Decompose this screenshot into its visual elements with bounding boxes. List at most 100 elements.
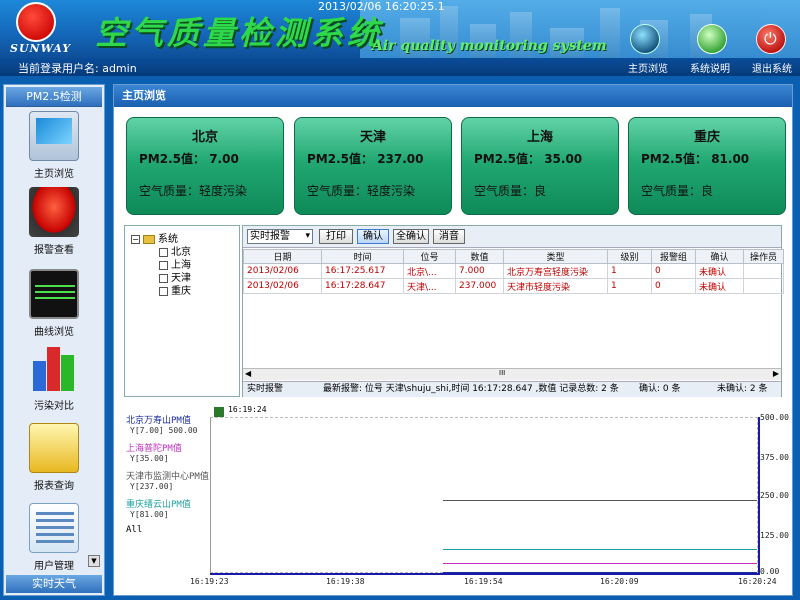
alarm-light-icon — [29, 187, 79, 237]
alarm-table: 日期 时间 位号 数值 类型 级别 报警组 确认 操作员 2013/02/06 … — [243, 249, 784, 294]
x-tick: 16:20:24 — [738, 577, 777, 586]
table-row[interactable]: 2013/02/06 16:17:25.617 北京\... 7.000 北京万… — [243, 263, 784, 279]
sidebar-item-label: 曲线浏览 — [34, 327, 74, 338]
sidebar-item-alarms[interactable]: 报警查看 — [4, 187, 104, 256]
sidebar-header: PM2.5检测 — [6, 87, 102, 107]
table-row[interactable]: 2013/02/06 16:17:28.647 天津\... 237.000 天… — [243, 278, 784, 294]
trend-series-line — [443, 500, 757, 501]
sidebar-item-home[interactable]: 主页浏览 — [4, 111, 104, 180]
unconfirmed-count: 未确认: 2 条 — [717, 384, 768, 394]
current-user-label: 当前登录用户名: admin — [18, 62, 137, 75]
air-quality: 空气质量：良 — [641, 184, 714, 198]
scroll-right-icon[interactable]: ▶ — [773, 369, 779, 378]
legend-all[interactable]: All — [126, 525, 212, 535]
sidebar: PM2.5检测 主页浏览 报警查看 曲线浏览 污染对比 报表查询 用户管理 ▼ … — [3, 84, 105, 596]
cursor-time: 16:19:24 — [228, 405, 267, 414]
alarm-mode-select[interactable]: 实时报警 — [247, 229, 313, 244]
pm-value: 7.00 — [209, 152, 239, 166]
pm-reading: PM2.5值： 237.00 — [307, 152, 424, 166]
column-header[interactable]: 报警组 — [651, 249, 696, 264]
horizontal-scrollbar[interactable]: ◀ III ▶ — [243, 368, 781, 380]
legend-item[interactable]: 北京万寿山PM值 Y[7.00] 500.00 — [126, 413, 212, 435]
legend-item[interactable]: 上海普陀PM值 Y[35.00] — [126, 441, 212, 463]
sidebar-item-curves[interactable]: 曲线浏览 — [4, 269, 104, 338]
chat-icon[interactable] — [697, 24, 727, 54]
sidebar-footer-weather[interactable]: 实时天气 — [6, 575, 102, 593]
scroll-left-icon[interactable]: ◀ — [245, 369, 251, 378]
column-header[interactable]: 日期 — [243, 249, 322, 264]
column-header[interactable]: 确认 — [695, 249, 744, 264]
trend-plot-area[interactable] — [210, 417, 758, 573]
trend-series-line — [443, 549, 757, 550]
trend-legend: 北京万寿山PM值 Y[7.00] 500.00 上海普陀PM值 Y[35.00]… — [126, 413, 212, 535]
report-icon — [29, 423, 79, 473]
nav-home[interactable]: 主页浏览 — [628, 60, 668, 75]
alarm-toolbar: 实时报警 打印 确认 全确认 消音 — [243, 226, 781, 248]
pm-value: 35.00 — [544, 152, 583, 166]
y-tick: 125.00 — [760, 531, 789, 540]
x-axis — [210, 573, 760, 575]
confirm-button[interactable]: 确认 — [357, 229, 389, 244]
sidebar-item-compare[interactable]: 污染对比 — [4, 343, 104, 412]
folder-icon — [143, 234, 155, 244]
collapse-icon[interactable]: − — [131, 234, 140, 244]
table-header-row: 日期 时间 位号 数值 类型 级别 报警组 确认 操作员 — [243, 249, 784, 264]
column-header[interactable]: 操作员 — [743, 249, 784, 264]
app-subtitle: Air quality monitoring system — [372, 38, 607, 54]
air-quality: 空气质量：轻度污染 — [307, 184, 416, 198]
sidebar-scroll-down-icon[interactable]: ▼ — [88, 555, 100, 567]
x-tick: 16:20:09 — [600, 577, 639, 586]
column-header[interactable]: 类型 — [503, 249, 608, 264]
y-tick: 375.00 — [760, 453, 789, 462]
air-quality: 空气质量：轻度污染 — [139, 184, 248, 198]
mute-button[interactable]: 消音 — [433, 229, 465, 244]
pm-reading: PM2.5值： 35.00 — [474, 152, 583, 166]
station-icon — [159, 286, 168, 296]
bar-chart-icon — [29, 343, 79, 393]
cursor-handle-icon[interactable] — [214, 407, 224, 417]
print-button[interactable]: 打印 — [319, 229, 353, 244]
sidebar-item-reports[interactable]: 报表查询 — [4, 423, 104, 492]
nav-logout[interactable]: 退出系统 — [752, 60, 792, 75]
sidebar-item-label: 报表查询 — [34, 481, 74, 492]
pm-value: 237.00 — [377, 152, 424, 166]
city-name: 天津 — [359, 130, 386, 145]
confirm-all-button[interactable]: 全确认 — [393, 229, 429, 244]
city-card-chongqing[interactable]: 重庆 PM2.5值： 81.00 空气质量：良 — [628, 117, 786, 215]
pm-reading: PM2.5值： 81.00 — [641, 152, 750, 166]
city-cards: 北京 PM2.5值： 7.00 空气质量：轻度污染 天津 PM2.5值： 237… — [114, 107, 792, 225]
legend-item[interactable]: 天津市监测中心PM值 Y[237.00] — [126, 469, 212, 491]
main-panel: 主页浏览 北京 PM2.5值： 7.00 空气质量：轻度污染 天津 PM2.5值… — [113, 84, 793, 596]
city-card-shanghai[interactable]: 上海 PM2.5值： 35.00 空气质量：良 — [461, 117, 619, 215]
y-tick: 500.00 — [760, 413, 789, 422]
pm-reading: PM2.5值： 7.00 — [139, 152, 239, 166]
city-name: 重庆 — [693, 130, 720, 145]
company-logo — [16, 2, 56, 42]
column-header[interactable]: 位号 — [403, 249, 456, 264]
user-list-icon — [29, 503, 79, 553]
city-card-beijing[interactable]: 北京 PM2.5值： 7.00 空气质量：轻度污染 — [126, 117, 284, 215]
column-header[interactable]: 数值 — [455, 249, 504, 264]
waveform-icon — [29, 269, 79, 319]
app-header: SUNWAY 空气质量检测系统 Air quality monitoring s… — [0, 0, 800, 58]
datetime-display: 2013/02/06 16:20:25.1 — [318, 0, 445, 13]
city-name: 上海 — [526, 130, 553, 145]
power-icon[interactable] — [756, 24, 786, 54]
monitor-icon — [29, 111, 79, 161]
y-tick: 0.00 — [760, 567, 780, 576]
app-title: 空气质量检测系统 — [95, 14, 384, 52]
latest-alarm-text: 最新报警: 位号 天津\shuju_shi,时间 16:17:28.647 ,数… — [323, 384, 619, 394]
x-tick: 16:19:54 — [464, 577, 503, 586]
logo-text: SUNWAY — [10, 42, 72, 55]
column-header[interactable]: 级别 — [607, 249, 652, 264]
globe-icon[interactable] — [630, 24, 660, 54]
column-header[interactable]: 时间 — [321, 249, 404, 264]
city-card-tianjin[interactable]: 天津 PM2.5值： 237.00 空气质量：轻度污染 — [294, 117, 452, 215]
legend-item[interactable]: 重庆缙云山PM值 Y[81.00] — [126, 497, 212, 519]
scroll-thumb[interactable]: III — [499, 369, 505, 377]
nav-help[interactable]: 系统说明 — [690, 60, 730, 75]
station-tree: − 系统 北京 上海 天津 重庆 — [124, 225, 240, 397]
tree-item[interactable]: 重庆 — [159, 282, 191, 297]
pm-value: 81.00 — [711, 152, 750, 166]
sidebar-item-label: 主页浏览 — [34, 169, 74, 180]
